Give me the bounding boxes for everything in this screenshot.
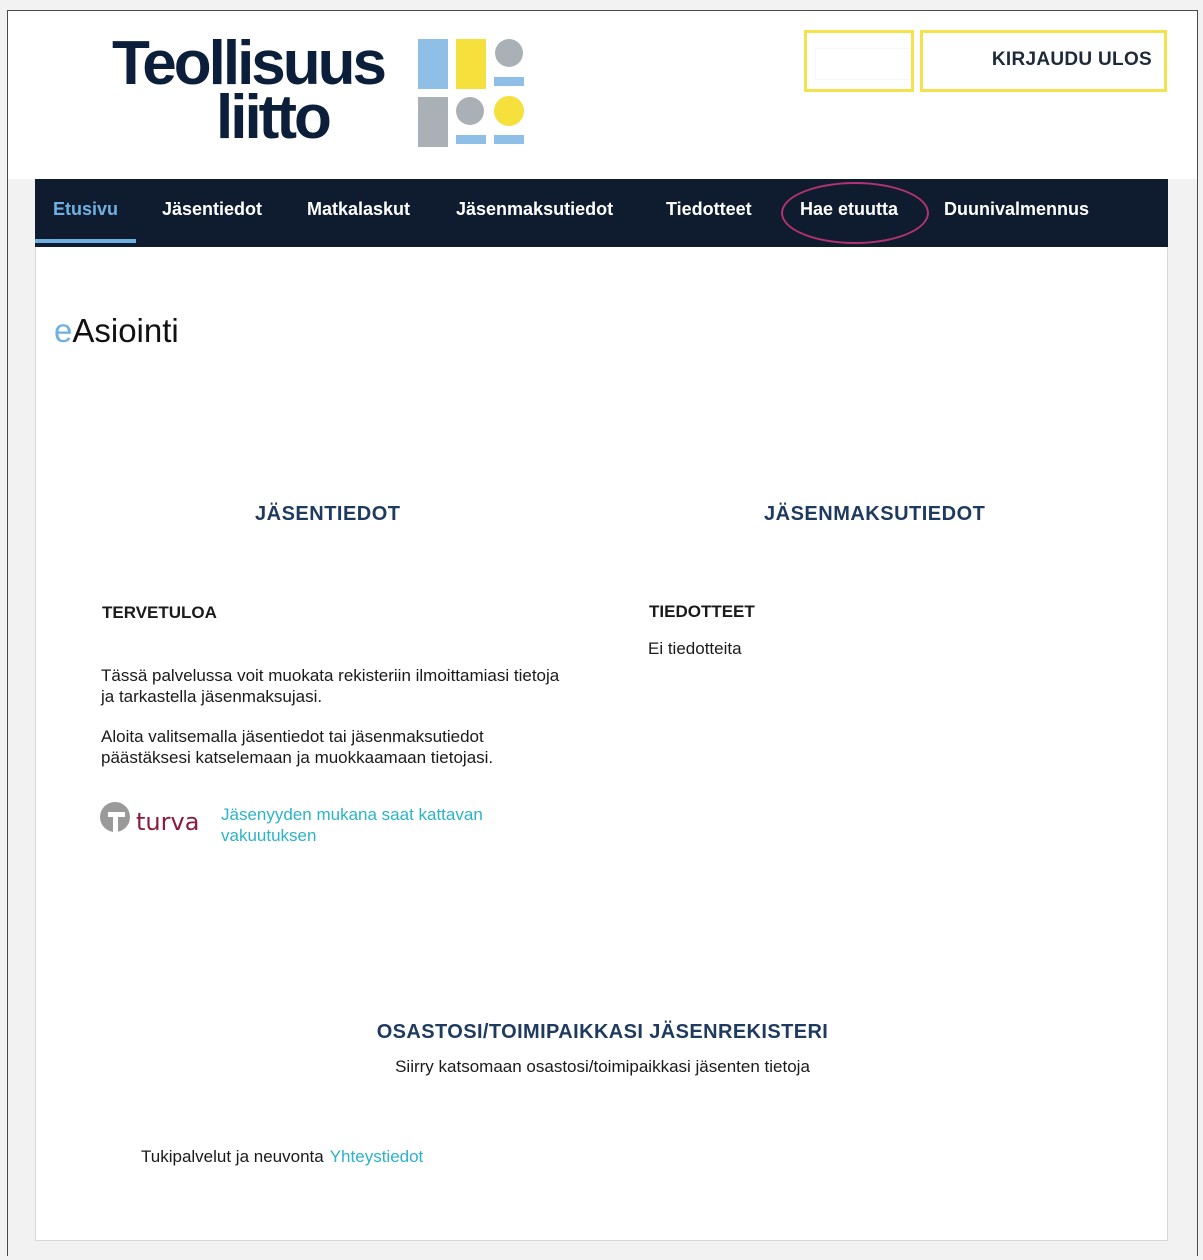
news-heading: TIEDOTTEET — [649, 602, 755, 621]
page-title: eAsiointi — [54, 312, 179, 350]
footer: Tukipalvelut ja neuvonta Yhteystiedot — [141, 1147, 423, 1167]
header: Teollisuus liitto KIRJAUDU ULOS — [8, 11, 1197, 179]
teollisuusliitto-logo-mark — [418, 39, 524, 147]
intro-paragraph-1: Tässä palvelussa voit muokata rekisterii… — [101, 666, 560, 706]
page-title-rest: Asiointi — [72, 312, 179, 349]
nav-item-etusivu[interactable]: Etusivu — [35, 179, 137, 243]
logo-line-2: liitto — [216, 83, 332, 152]
logout-button[interactable]: KIRJAUDU ULOS — [920, 30, 1167, 92]
jasenmaksutiedot-heading-link[interactable]: JÄSENMAKSUTIEDOT — [764, 503, 985, 526]
member-register-subtext: Siirry katsomaan osastosi/toimipaikkasi … — [395, 1057, 810, 1076]
main-content: eAsiointi JÄSENTIEDOT JÄSENMAKSUTIEDOT T… — [35, 247, 1168, 1241]
nav-item-hae-etuutta[interactable]: Hae etuutta — [800, 179, 898, 243]
logout-label: KIRJAUDU ULOS — [991, 49, 1152, 70]
jasentiedot-heading-link[interactable]: JÄSENTIEDOT — [255, 503, 401, 526]
nav-item-jasentiedot[interactable]: Jäsentiedot — [162, 179, 262, 243]
contact-link[interactable]: Yhteystiedot — [330, 1147, 424, 1166]
turva-logo[interactable]: turva — [100, 799, 210, 839]
nav-item-matkalaskut[interactable]: Matkalaskut — [307, 179, 410, 243]
page-frame: Teollisuus liitto KIRJAUDU ULOS Etusivu … — [7, 10, 1198, 1256]
turva-logo-text: turva — [136, 808, 199, 836]
welcome-heading: TERVETULOA — [102, 603, 217, 622]
footer-label: Tukipalvelut ja neuvonta — [141, 1147, 324, 1166]
turva-insurance-link[interactable]: Jäsenyyden mukana saat kattavan vakuutuk… — [221, 804, 541, 846]
nav-item-duunivalmennus[interactable]: Duunivalmennus — [944, 179, 1089, 243]
nav-item-tiedotteet[interactable]: Tiedotteet — [666, 179, 752, 243]
intro-paragraph-2: Aloita valitsemalla jäsentiedot tai jäse… — [101, 727, 494, 767]
header-blank-field — [815, 48, 911, 80]
nav-item-jasenmaksutiedot[interactable]: Jäsenmaksutiedot — [456, 179, 613, 243]
page-title-prefix: e — [54, 312, 73, 349]
main-nav: Etusivu Jäsentiedot Matkalaskut Jäsenmak… — [35, 179, 1168, 247]
member-register-link[interactable]: OSASTOSI/TOIMIPAIKKASI JÄSENREKISTERI — [36, 1021, 1169, 1044]
header-blank-button[interactable] — [804, 30, 914, 92]
news-empty-text: Ei tiedotteita — [648, 639, 742, 658]
teollisuusliitto-logo-text[interactable]: Teollisuus liitto — [112, 33, 387, 152]
